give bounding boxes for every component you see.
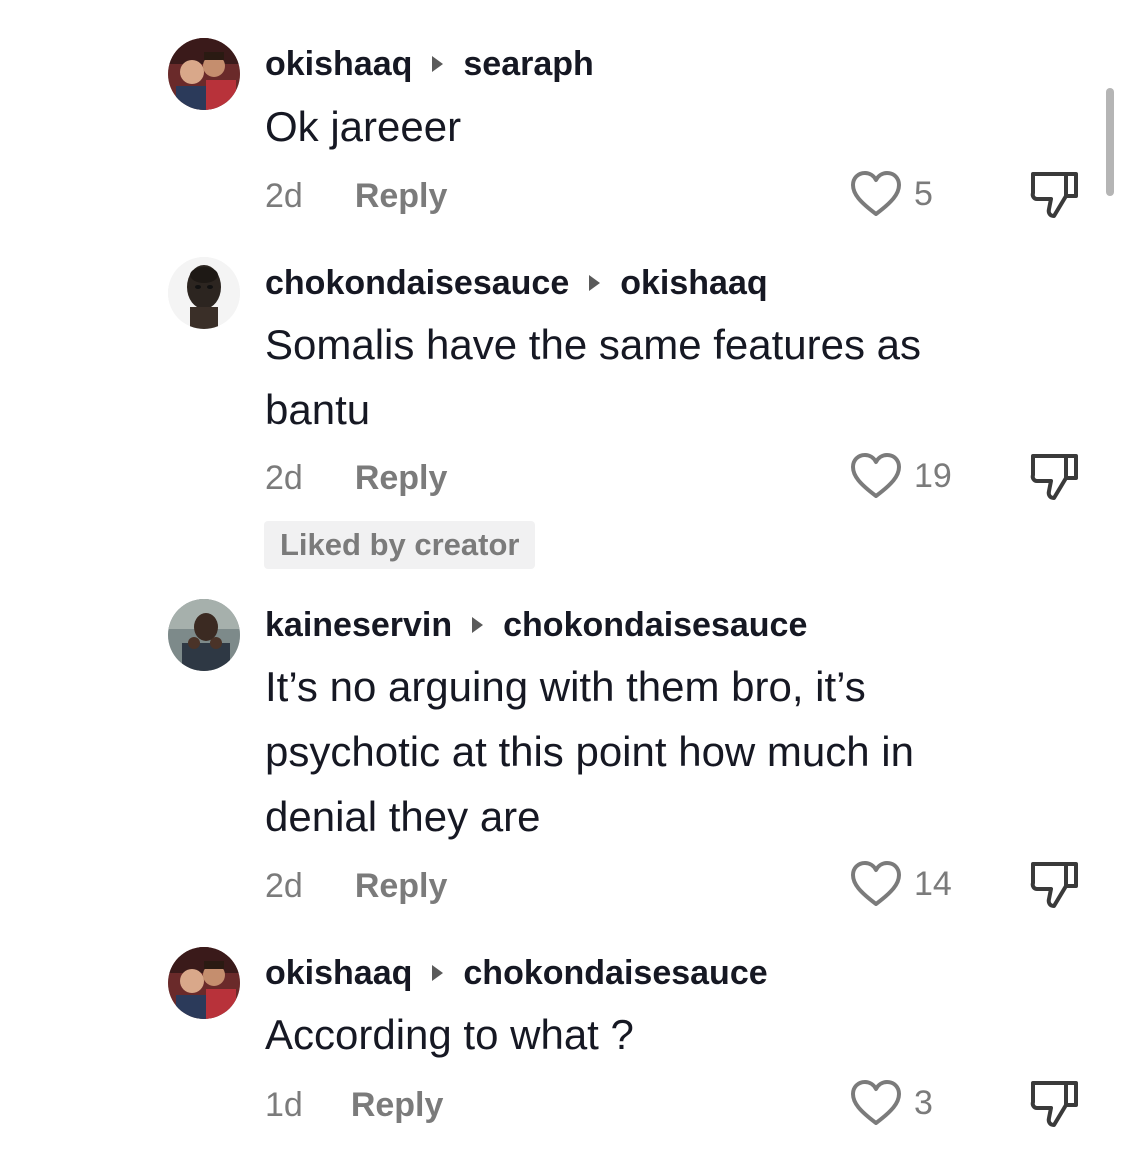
- like-button[interactable]: 5: [850, 170, 933, 218]
- dislike-button[interactable]: [1026, 448, 1082, 504]
- comment-time: 2d: [265, 458, 303, 497]
- reply-button[interactable]: Reply: [355, 459, 448, 498]
- avatar[interactable]: [168, 599, 240, 671]
- comment-text: Ok jareeer: [265, 103, 462, 150]
- avatar[interactable]: [168, 257, 240, 329]
- comment-header: okishaaq searaph: [265, 42, 594, 86]
- avatar-image: [168, 599, 240, 671]
- comment-meta: 1d Reply: [265, 1083, 443, 1127]
- reply-button[interactable]: Reply: [355, 177, 448, 216]
- thumbs-down-outline-icon: [1030, 172, 1078, 218]
- dislike-button[interactable]: [1026, 166, 1082, 222]
- comment-header: chokondaisesauce okishaaq: [265, 261, 768, 305]
- like-button[interactable]: 14: [850, 860, 952, 908]
- heart-outline-icon: [851, 171, 901, 216]
- scrollbar[interactable]: [1106, 88, 1114, 196]
- liked-by-creator-badge: Liked by creator: [264, 521, 536, 569]
- like-button[interactable]: 19: [850, 452, 952, 500]
- comment-text: Somalis have the same features as bantu: [265, 321, 922, 433]
- comment-author[interactable]: chokondaisesauce: [265, 264, 569, 303]
- like-count: 3: [914, 1083, 933, 1122]
- thumbs-down-outline-icon: [1030, 454, 1078, 500]
- avatar-image: [168, 38, 240, 110]
- comment-author[interactable]: okishaaq: [265, 954, 412, 993]
- comment-author[interactable]: okishaaq: [265, 45, 412, 84]
- heart-outline-icon: [851, 1080, 901, 1125]
- comment-meta: 2d Reply: [265, 456, 447, 500]
- reply-button[interactable]: Reply: [351, 1086, 444, 1125]
- like-button[interactable]: 3: [850, 1079, 933, 1127]
- comment-time: 2d: [265, 176, 303, 215]
- comment-header: kaineservin chokondaisesauce: [265, 603, 807, 647]
- comment-time: 1d: [265, 1085, 303, 1124]
- avatar[interactable]: [168, 38, 240, 110]
- like-count: 19: [914, 456, 952, 495]
- dislike-button[interactable]: [1026, 856, 1082, 912]
- avatar-image: [168, 257, 240, 329]
- heart-outline-icon: [851, 861, 901, 906]
- avatar-image: [168, 947, 240, 1019]
- comment-reply-to[interactable]: chokondaisesauce: [463, 954, 767, 993]
- reply-button[interactable]: Reply: [355, 867, 448, 906]
- comment-meta: 2d Reply: [265, 174, 447, 218]
- comment-reply-to[interactable]: searaph: [463, 45, 593, 84]
- dislike-button[interactable]: [1026, 1075, 1082, 1131]
- comment-text: It’s no arguing with them bro, it’s psyc…: [265, 663, 914, 840]
- like-count: 14: [914, 864, 952, 903]
- comment-reply-to[interactable]: okishaaq: [620, 264, 767, 303]
- caret-right-icon: [472, 617, 484, 633]
- caret-right-icon: [589, 275, 601, 291]
- comment-author[interactable]: kaineservin: [265, 606, 452, 645]
- like-count: 5: [914, 174, 933, 213]
- heart-outline-icon: [851, 453, 901, 498]
- comment-reply-to[interactable]: chokondaisesauce: [503, 606, 807, 645]
- caret-right-icon: [432, 965, 444, 981]
- avatar[interactable]: [168, 947, 240, 1019]
- comment-header: okishaaq chokondaisesauce: [265, 951, 768, 995]
- caret-right-icon: [432, 56, 444, 72]
- comment-time: 2d: [265, 866, 303, 905]
- thumbs-down-outline-icon: [1030, 862, 1078, 908]
- comment-text: According to what ?: [265, 1011, 634, 1058]
- thumbs-down-outline-icon: [1030, 1081, 1078, 1127]
- comment-meta: 2d Reply: [265, 864, 447, 908]
